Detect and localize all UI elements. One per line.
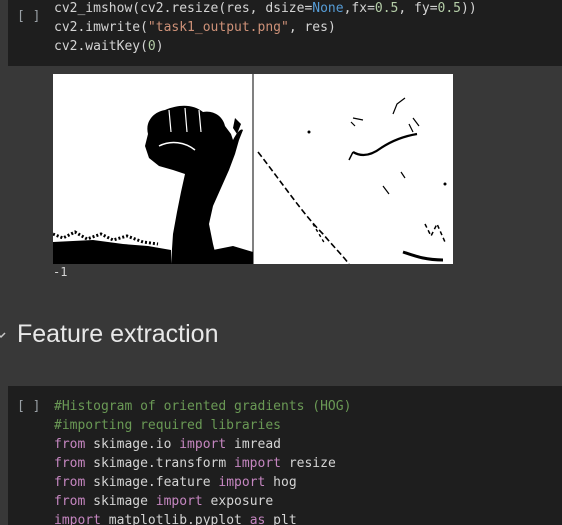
code-token: skimage.io [85, 437, 180, 452]
code-token: exposure [202, 494, 274, 509]
code-token: 0.5 [374, 1, 399, 16]
code-token: resize [281, 456, 336, 471]
code-token: #importing required libraries [54, 418, 281, 433]
code-token: as [249, 513, 266, 525]
code-token: , fy= [398, 1, 438, 16]
code-token: skimage.feature [85, 475, 219, 490]
code-line: #Histogram of oriented gradients (HOG) [54, 397, 351, 416]
code-line: import matplotlib.pyplot as plt [54, 511, 351, 525]
code-line: from skimage.feature import hog [54, 473, 351, 492]
run-cell-button[interactable]: [ ] [17, 399, 40, 414]
code-token: hog [265, 475, 297, 490]
code-token: from [54, 456, 86, 471]
code-token: cv2.waitKey( [54, 39, 148, 54]
code-token: ,fx= [343, 1, 375, 16]
code-line: from skimage import exposure [54, 492, 351, 511]
code-token: matplotlib.pyplot [100, 513, 250, 525]
code-token: 0.5 [437, 1, 462, 16]
code-token: "task1_output.png" [147, 20, 289, 35]
code-cell-resize[interactable]: [ ] cv2_imshow(cv2.resize(res, dsize=Non… [8, 0, 562, 66]
section-header[interactable]: Feature extraction [0, 318, 562, 354]
code-editor[interactable]: #Histogram of oriented gradients (HOG) #i… [54, 397, 351, 525]
code-line: #importing required libraries [54, 416, 351, 435]
code-token: import [218, 475, 266, 490]
code-line: cv2.imwrite("task1_output.png", res) [54, 18, 477, 37]
code-token: import [54, 513, 101, 525]
code-token: import [155, 494, 203, 509]
code-line: from skimage.io import imread [54, 435, 351, 454]
code-token: 0 [147, 39, 156, 54]
code-token: ) [155, 39, 164, 54]
code-token: cv2.imwrite( [54, 20, 148, 35]
code-line: cv2.waitKey(0) [54, 37, 477, 56]
cell-output-text: -1 [53, 265, 68, 279]
code-line: from skimage.transform import resize [54, 454, 351, 473]
code-token: from [54, 437, 86, 452]
chevron-down-icon[interactable] [0, 330, 6, 340]
code-token: #Histogram of oriented gradients (HOG) [54, 399, 352, 414]
binary-mask-image [53, 74, 453, 264]
code-token: from [54, 475, 86, 490]
code-token: )) [461, 1, 477, 16]
output-image [53, 74, 453, 264]
code-token: skimage [85, 494, 156, 509]
code-editor[interactable]: cv2_imshow(cv2.resize(res, dsize=None,fx… [54, 0, 477, 56]
code-cell-hog[interactable]: [ ] #Histogram of oriented gradients (HO… [8, 386, 562, 525]
code-token: None [312, 1, 344, 16]
code-token: skimage.transform [85, 456, 235, 471]
code-token: from [54, 494, 86, 509]
code-line: cv2_imshow(cv2.resize(res, dsize=None,fx… [54, 0, 477, 18]
code-token: plt [265, 513, 297, 525]
code-token: cv2_imshow(cv2.resize(res, dsize= [54, 1, 313, 16]
code-token: import [234, 456, 281, 471]
run-cell-button[interactable]: [ ] [17, 9, 40, 24]
code-token: , res) [288, 20, 336, 35]
section-title: Feature extraction [17, 320, 219, 348]
code-token: import [179, 437, 227, 452]
code-token: imread [226, 437, 281, 452]
